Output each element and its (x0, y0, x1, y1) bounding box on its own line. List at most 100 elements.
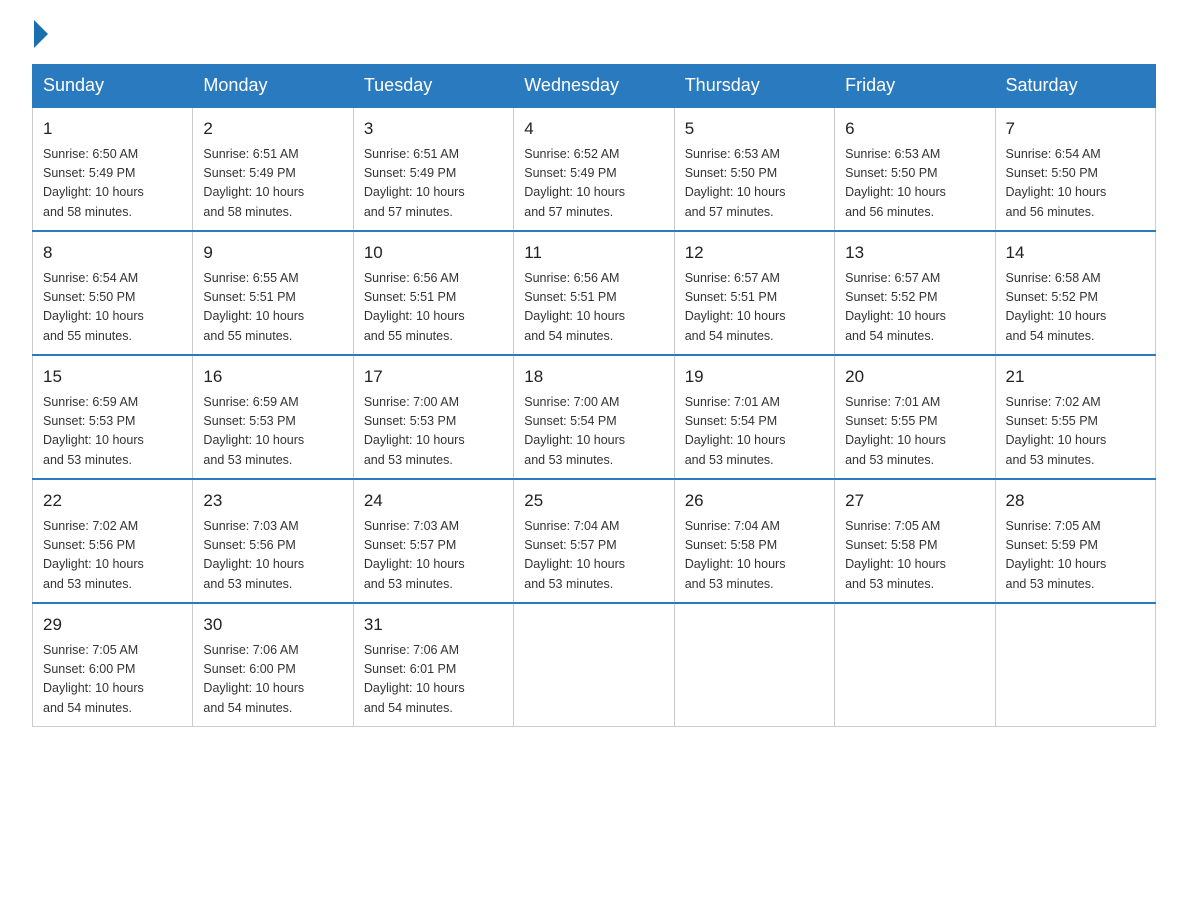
day-number: 13 (845, 240, 984, 266)
day-info: Sunrise: 7:00 AM Sunset: 5:53 PM Dayligh… (364, 393, 503, 471)
day-info: Sunrise: 6:56 AM Sunset: 5:51 PM Dayligh… (364, 269, 503, 347)
col-header-friday: Friday (835, 65, 995, 108)
day-number: 25 (524, 488, 663, 514)
calendar-cell (674, 603, 834, 727)
calendar-cell: 26 Sunrise: 7:04 AM Sunset: 5:58 PM Dayl… (674, 479, 834, 603)
calendar-cell: 5 Sunrise: 6:53 AM Sunset: 5:50 PM Dayli… (674, 107, 834, 231)
day-info: Sunrise: 7:03 AM Sunset: 5:57 PM Dayligh… (364, 517, 503, 595)
calendar-cell: 15 Sunrise: 6:59 AM Sunset: 5:53 PM Dayl… (33, 355, 193, 479)
day-info: Sunrise: 7:05 AM Sunset: 6:00 PM Dayligh… (43, 641, 182, 719)
calendar-cell: 13 Sunrise: 6:57 AM Sunset: 5:52 PM Dayl… (835, 231, 995, 355)
day-info: Sunrise: 7:00 AM Sunset: 5:54 PM Dayligh… (524, 393, 663, 471)
calendar-cell: 7 Sunrise: 6:54 AM Sunset: 5:50 PM Dayli… (995, 107, 1155, 231)
week-row-3: 15 Sunrise: 6:59 AM Sunset: 5:53 PM Dayl… (33, 355, 1156, 479)
page-header (32, 24, 1156, 48)
day-info: Sunrise: 7:05 AM Sunset: 5:58 PM Dayligh… (845, 517, 984, 595)
calendar-header-row: SundayMondayTuesdayWednesdayThursdayFrid… (33, 65, 1156, 108)
day-info: Sunrise: 6:58 AM Sunset: 5:52 PM Dayligh… (1006, 269, 1145, 347)
week-row-2: 8 Sunrise: 6:54 AM Sunset: 5:50 PM Dayli… (33, 231, 1156, 355)
day-info: Sunrise: 6:54 AM Sunset: 5:50 PM Dayligh… (1006, 145, 1145, 223)
calendar-cell (514, 603, 674, 727)
calendar-cell: 31 Sunrise: 7:06 AM Sunset: 6:01 PM Dayl… (353, 603, 513, 727)
col-header-wednesday: Wednesday (514, 65, 674, 108)
day-info: Sunrise: 7:04 AM Sunset: 5:58 PM Dayligh… (685, 517, 824, 595)
day-info: Sunrise: 6:51 AM Sunset: 5:49 PM Dayligh… (203, 145, 342, 223)
day-number: 2 (203, 116, 342, 142)
day-info: Sunrise: 7:01 AM Sunset: 5:55 PM Dayligh… (845, 393, 984, 471)
day-number: 8 (43, 240, 182, 266)
calendar-cell: 16 Sunrise: 6:59 AM Sunset: 5:53 PM Dayl… (193, 355, 353, 479)
day-info: Sunrise: 6:50 AM Sunset: 5:49 PM Dayligh… (43, 145, 182, 223)
day-info: Sunrise: 7:01 AM Sunset: 5:54 PM Dayligh… (685, 393, 824, 471)
day-number: 19 (685, 364, 824, 390)
calendar-cell: 20 Sunrise: 7:01 AM Sunset: 5:55 PM Dayl… (835, 355, 995, 479)
day-info: Sunrise: 7:02 AM Sunset: 5:56 PM Dayligh… (43, 517, 182, 595)
day-number: 17 (364, 364, 503, 390)
calendar-cell: 10 Sunrise: 6:56 AM Sunset: 5:51 PM Dayl… (353, 231, 513, 355)
day-number: 10 (364, 240, 503, 266)
day-info: Sunrise: 6:53 AM Sunset: 5:50 PM Dayligh… (685, 145, 824, 223)
day-number: 14 (1006, 240, 1145, 266)
calendar-cell: 27 Sunrise: 7:05 AM Sunset: 5:58 PM Dayl… (835, 479, 995, 603)
day-info: Sunrise: 6:55 AM Sunset: 5:51 PM Dayligh… (203, 269, 342, 347)
col-header-tuesday: Tuesday (353, 65, 513, 108)
week-row-4: 22 Sunrise: 7:02 AM Sunset: 5:56 PM Dayl… (33, 479, 1156, 603)
calendar-cell: 6 Sunrise: 6:53 AM Sunset: 5:50 PM Dayli… (835, 107, 995, 231)
day-number: 20 (845, 364, 984, 390)
day-number: 1 (43, 116, 182, 142)
day-number: 9 (203, 240, 342, 266)
day-number: 28 (1006, 488, 1145, 514)
day-number: 24 (364, 488, 503, 514)
day-info: Sunrise: 6:57 AM Sunset: 5:51 PM Dayligh… (685, 269, 824, 347)
col-header-thursday: Thursday (674, 65, 834, 108)
calendar-cell: 12 Sunrise: 6:57 AM Sunset: 5:51 PM Dayl… (674, 231, 834, 355)
day-number: 5 (685, 116, 824, 142)
calendar-cell: 30 Sunrise: 7:06 AM Sunset: 6:00 PM Dayl… (193, 603, 353, 727)
day-info: Sunrise: 7:02 AM Sunset: 5:55 PM Dayligh… (1006, 393, 1145, 471)
week-row-1: 1 Sunrise: 6:50 AM Sunset: 5:49 PM Dayli… (33, 107, 1156, 231)
col-header-saturday: Saturday (995, 65, 1155, 108)
day-number: 18 (524, 364, 663, 390)
day-number: 7 (1006, 116, 1145, 142)
col-header-monday: Monday (193, 65, 353, 108)
calendar-cell: 3 Sunrise: 6:51 AM Sunset: 5:49 PM Dayli… (353, 107, 513, 231)
logo-triangle-icon (34, 20, 48, 48)
calendar-cell: 17 Sunrise: 7:00 AM Sunset: 5:53 PM Dayl… (353, 355, 513, 479)
calendar-cell: 19 Sunrise: 7:01 AM Sunset: 5:54 PM Dayl… (674, 355, 834, 479)
day-info: Sunrise: 6:59 AM Sunset: 5:53 PM Dayligh… (43, 393, 182, 471)
day-info: Sunrise: 7:04 AM Sunset: 5:57 PM Dayligh… (524, 517, 663, 595)
day-number: 4 (524, 116, 663, 142)
day-number: 15 (43, 364, 182, 390)
day-number: 30 (203, 612, 342, 638)
calendar-cell: 18 Sunrise: 7:00 AM Sunset: 5:54 PM Dayl… (514, 355, 674, 479)
logo-icon (32, 24, 48, 48)
day-info: Sunrise: 6:53 AM Sunset: 5:50 PM Dayligh… (845, 145, 984, 223)
day-info: Sunrise: 6:59 AM Sunset: 5:53 PM Dayligh… (203, 393, 342, 471)
calendar-cell: 8 Sunrise: 6:54 AM Sunset: 5:50 PM Dayli… (33, 231, 193, 355)
day-number: 23 (203, 488, 342, 514)
calendar-cell: 11 Sunrise: 6:56 AM Sunset: 5:51 PM Dayl… (514, 231, 674, 355)
col-header-sunday: Sunday (33, 65, 193, 108)
logo (32, 24, 48, 48)
calendar-cell: 1 Sunrise: 6:50 AM Sunset: 5:49 PM Dayli… (33, 107, 193, 231)
calendar-cell: 9 Sunrise: 6:55 AM Sunset: 5:51 PM Dayli… (193, 231, 353, 355)
day-info: Sunrise: 7:06 AM Sunset: 6:00 PM Dayligh… (203, 641, 342, 719)
day-info: Sunrise: 6:54 AM Sunset: 5:50 PM Dayligh… (43, 269, 182, 347)
day-info: Sunrise: 7:06 AM Sunset: 6:01 PM Dayligh… (364, 641, 503, 719)
day-info: Sunrise: 6:56 AM Sunset: 5:51 PM Dayligh… (524, 269, 663, 347)
day-number: 3 (364, 116, 503, 142)
calendar-cell: 22 Sunrise: 7:02 AM Sunset: 5:56 PM Dayl… (33, 479, 193, 603)
day-info: Sunrise: 6:57 AM Sunset: 5:52 PM Dayligh… (845, 269, 984, 347)
calendar-cell: 29 Sunrise: 7:05 AM Sunset: 6:00 PM Dayl… (33, 603, 193, 727)
calendar-cell: 2 Sunrise: 6:51 AM Sunset: 5:49 PM Dayli… (193, 107, 353, 231)
day-number: 22 (43, 488, 182, 514)
day-number: 6 (845, 116, 984, 142)
day-number: 31 (364, 612, 503, 638)
calendar-cell: 4 Sunrise: 6:52 AM Sunset: 5:49 PM Dayli… (514, 107, 674, 231)
day-number: 29 (43, 612, 182, 638)
calendar-cell: 25 Sunrise: 7:04 AM Sunset: 5:57 PM Dayl… (514, 479, 674, 603)
day-number: 21 (1006, 364, 1145, 390)
calendar-cell: 28 Sunrise: 7:05 AM Sunset: 5:59 PM Dayl… (995, 479, 1155, 603)
day-number: 26 (685, 488, 824, 514)
calendar-cell: 23 Sunrise: 7:03 AM Sunset: 5:56 PM Dayl… (193, 479, 353, 603)
